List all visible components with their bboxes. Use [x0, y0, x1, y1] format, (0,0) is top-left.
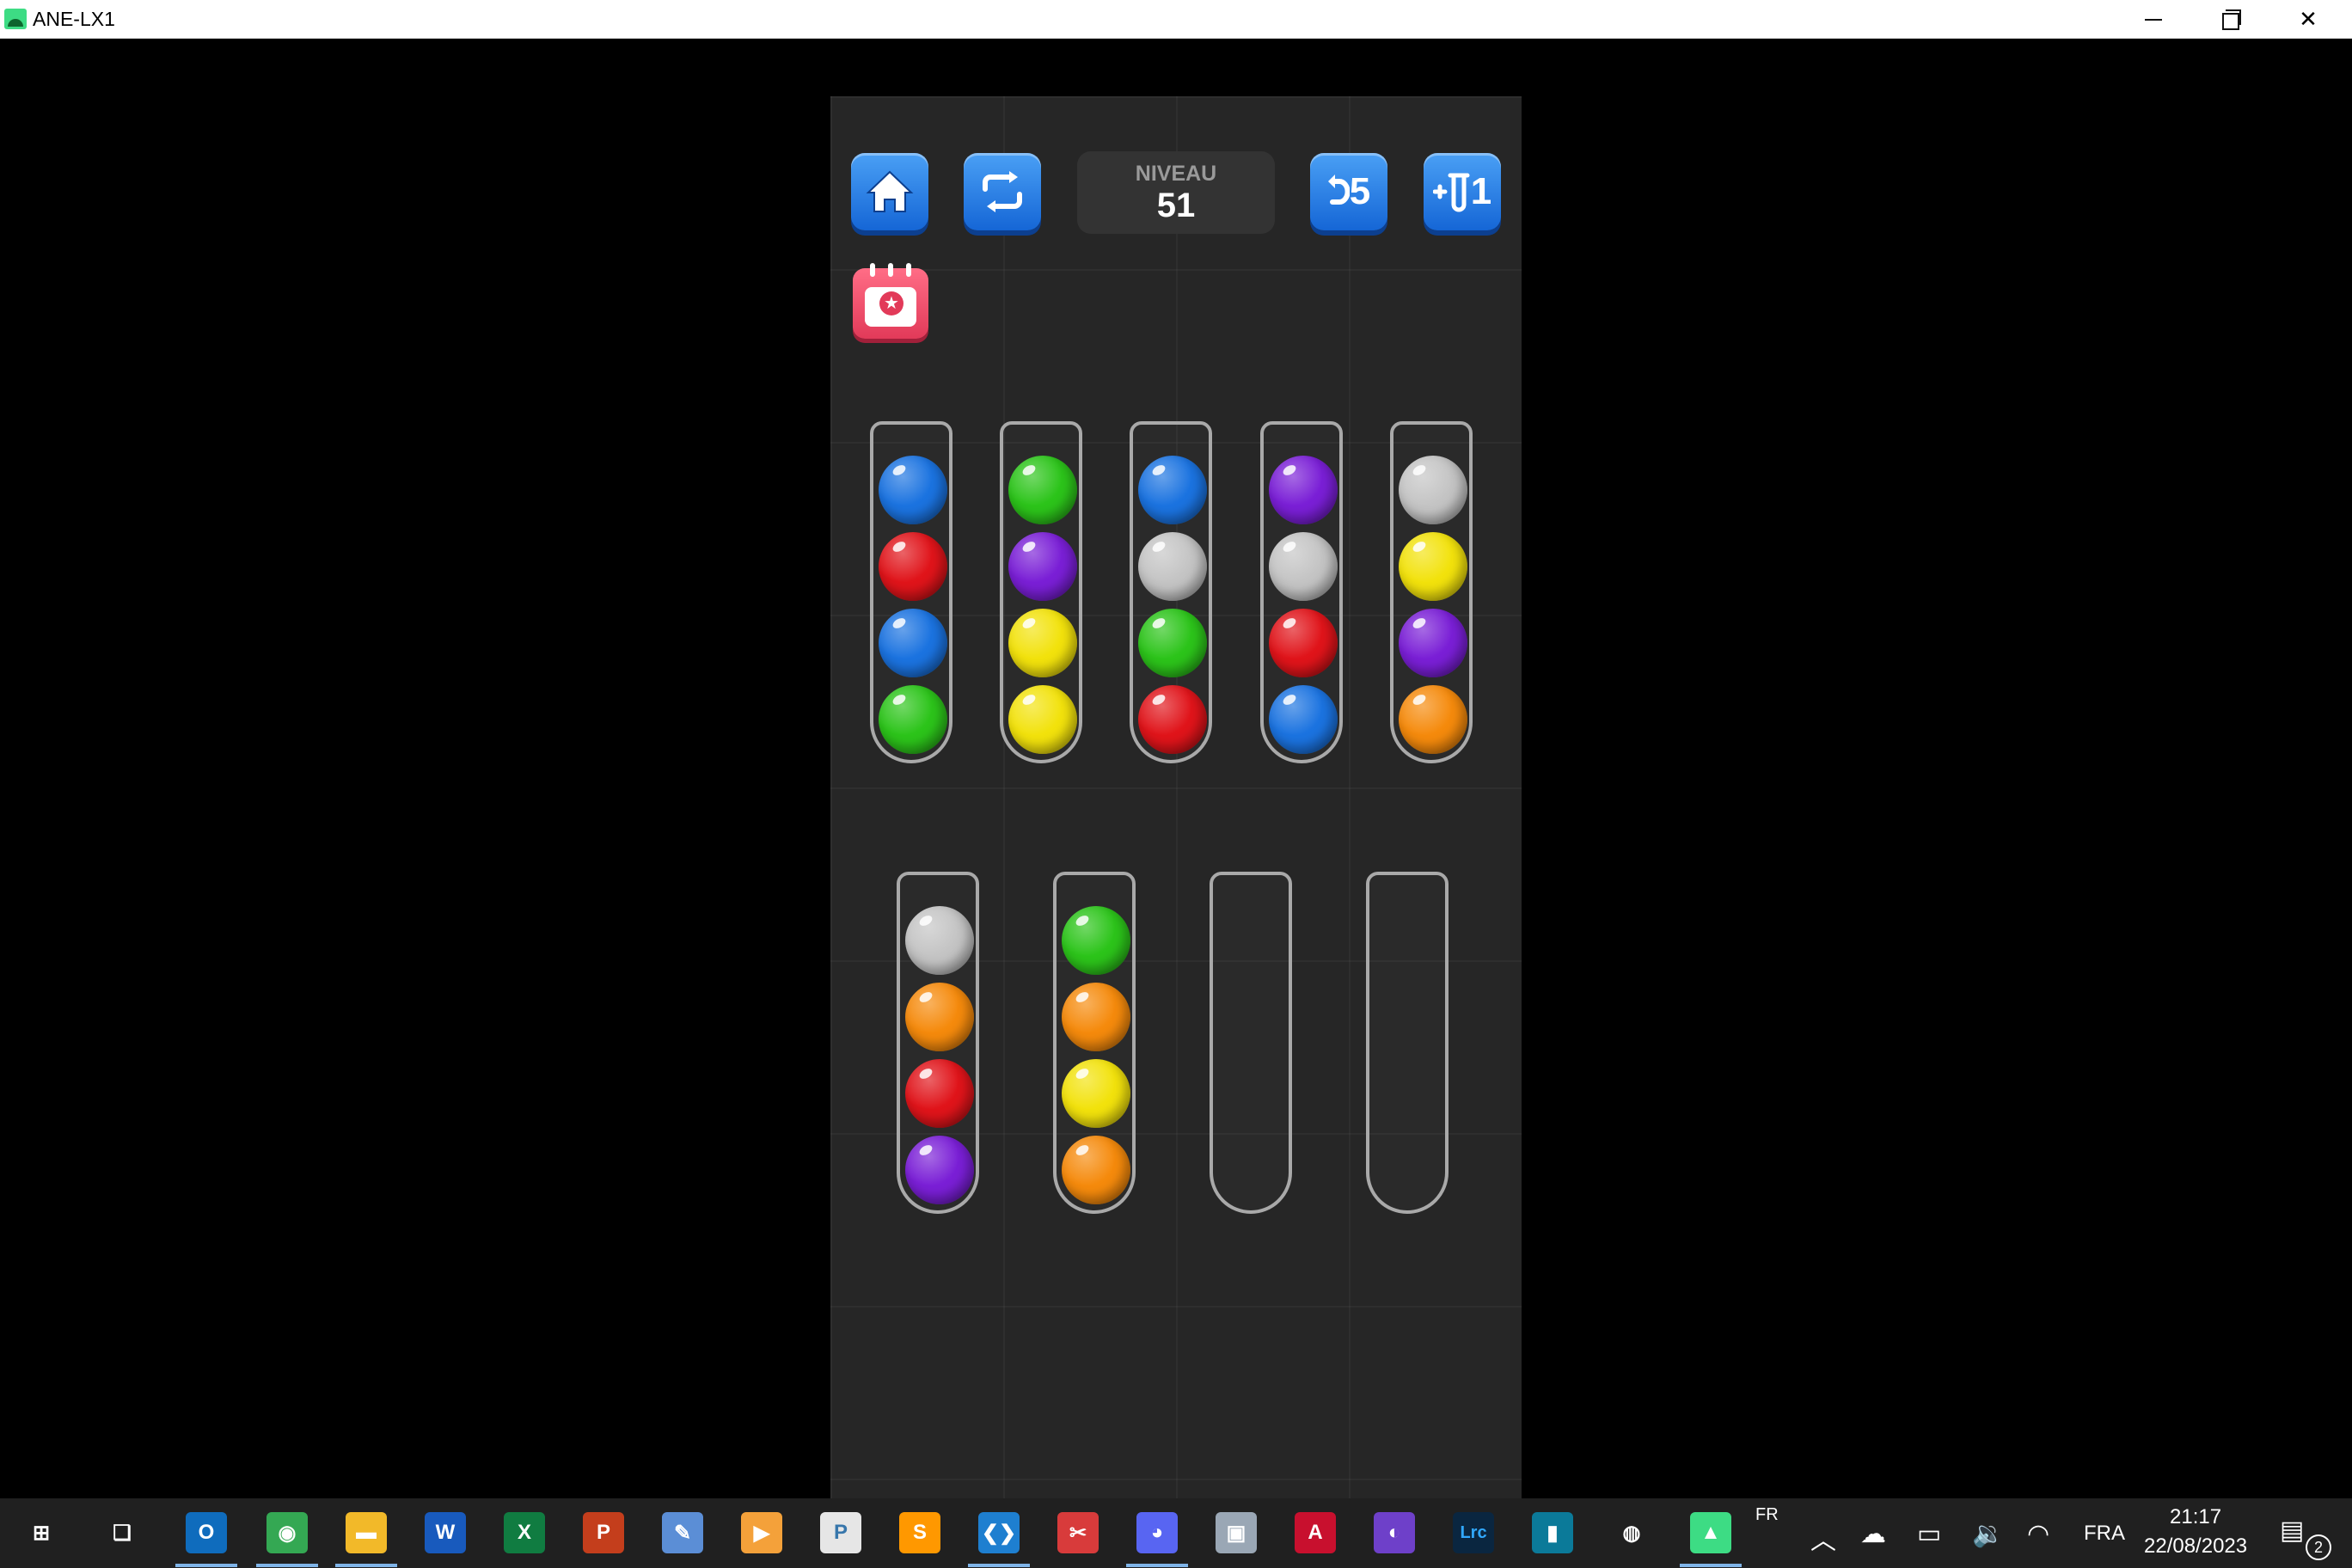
ball-red: [1269, 609, 1338, 677]
input-method-indicator[interactable]: FR: [1755, 1505, 1779, 1525]
add-tube-icon: [1432, 173, 1470, 212]
ball-blue: [1269, 685, 1338, 754]
ball-red: [879, 532, 947, 601]
close-button[interactable]: ✕: [2269, 0, 2347, 39]
sublime-text-icon[interactable]: S: [899, 1512, 940, 1553]
undo-icon: [1327, 175, 1350, 205]
daily-challenge-calendar-icon: [865, 287, 916, 327]
ball-green: [1062, 906, 1130, 975]
ball-yellow: [1062, 1059, 1130, 1128]
github-desktop-icon[interactable]: ◐: [1374, 1512, 1415, 1553]
volume-icon[interactable]: 🔉: [1972, 1519, 2004, 1549]
tube-3[interactable]: [1130, 421, 1212, 763]
python-file-icon[interactable]: P: [820, 1512, 861, 1553]
start-icon[interactable]: ⊞: [21, 1512, 62, 1553]
lightroom-classic-icon[interactable]: Lrc: [1453, 1512, 1494, 1553]
tube-2[interactable]: [1000, 421, 1082, 763]
restore-icon: [2222, 9, 2241, 30]
discord-icon[interactable]: ◕: [1126, 1512, 1188, 1567]
onedrive-cloud-icon[interactable]: ☁: [1860, 1519, 1886, 1549]
ball-yellow: [1399, 532, 1467, 601]
show-hidden-icons-chevron-icon[interactable]: ︿: [1810, 1519, 1836, 1557]
minimize-button[interactable]: [2115, 0, 2192, 39]
restart-button[interactable]: [964, 153, 1041, 230]
tube-4[interactable]: [1260, 421, 1343, 763]
ball-purple: [1269, 456, 1338, 524]
powerpoint-icon[interactable]: P: [583, 1512, 624, 1553]
android-icon: [4, 9, 27, 29]
window-title: ANE-LX1: [33, 8, 115, 30]
home-icon: [866, 170, 914, 212]
ball-purple: [1399, 609, 1467, 677]
calendar-ring: [870, 263, 875, 277]
tube-9[interactable]: [1366, 872, 1449, 1214]
language-indicator[interactable]: FRA: [2084, 1522, 2125, 1546]
ball-gray: [1269, 532, 1338, 601]
word-icon[interactable]: W: [425, 1512, 466, 1553]
window-title-bar: ANE-LX1 ✕: [0, 0, 2352, 39]
daily-challenge-button[interactable]: [853, 263, 928, 339]
image-editor-icon[interactable]: ✎: [662, 1512, 703, 1553]
calendar-ring: [906, 263, 911, 277]
tube-6[interactable]: [897, 872, 979, 1214]
android-app-icon[interactable]: ▲: [1680, 1512, 1742, 1567]
ball-purple: [905, 1136, 974, 1204]
ball-red: [1138, 685, 1207, 754]
obs-icon[interactable]: ◍: [1611, 1512, 1652, 1553]
clock-time[interactable]: 21:17: [2170, 1505, 2221, 1529]
teal-app-icon[interactable]: ▮: [1532, 1512, 1573, 1553]
clock-date[interactable]: 22/08/2023: [2144, 1534, 2247, 1559]
windows-taskbar: ⊞ ❏ O ◉ ▬ W X P ✎ ▶ P S ❮❯ ✂ ◕ ▣ A ◐ Lrc ▮ ◍ ▲ FR ︿ ☁ ▭ 🔉 ◠ F…: [0, 1498, 2352, 1568]
ball-orange: [1062, 1136, 1130, 1204]
tube-7[interactable]: [1053, 872, 1136, 1214]
ball-blue: [1138, 456, 1207, 524]
tube-5[interactable]: [1390, 421, 1473, 763]
battery-icon[interactable]: ▭: [1917, 1519, 1941, 1549]
vscode-icon[interactable]: ❮❯: [968, 1512, 1030, 1567]
ball-yellow: [1008, 609, 1077, 677]
outlook-icon[interactable]: O: [175, 1512, 237, 1567]
ball-blue: [879, 456, 947, 524]
excel-icon[interactable]: X: [504, 1512, 545, 1553]
ball-gray: [905, 906, 974, 975]
ball-green: [1008, 456, 1077, 524]
acrobat-icon[interactable]: A: [1295, 1512, 1336, 1553]
wifi-icon[interactable]: ◠: [2027, 1519, 2049, 1549]
ball-purple: [1008, 532, 1077, 601]
undo-button[interactable]: 5: [1310, 153, 1387, 230]
ball-green: [879, 685, 947, 754]
restart-icon: [983, 171, 1022, 212]
ball-orange: [1062, 983, 1130, 1051]
home-button[interactable]: [851, 153, 928, 230]
ball-orange: [1399, 685, 1467, 754]
tube-1[interactable]: [870, 421, 952, 763]
snipping-tool-icon[interactable]: ✂: [1057, 1512, 1099, 1553]
notification-count-badge: 2: [2306, 1534, 2331, 1560]
ball-gray: [1138, 532, 1207, 601]
media-player-icon[interactable]: ▶: [741, 1512, 782, 1553]
undo-count: 5: [1349, 170, 1371, 212]
tube-8[interactable]: [1210, 872, 1292, 1214]
chrome-icon[interactable]: ◉: [256, 1512, 318, 1567]
ball-red: [905, 1059, 974, 1128]
minimize-icon: [2145, 18, 2162, 21]
calendar-ring: [888, 263, 893, 277]
ball-orange: [905, 983, 974, 1051]
level-number: 51: [1156, 187, 1196, 224]
file-explorer-icon[interactable]: ▬: [335, 1512, 397, 1567]
ball-blue: [879, 609, 947, 677]
ball-gray: [1399, 456, 1467, 524]
ball-green: [1138, 609, 1207, 677]
game-screen: NIVEAU 51 5 1: [830, 96, 1522, 1499]
level-indicator: NIVEAU 51: [1077, 151, 1275, 234]
close-icon: ✕: [2299, 6, 2318, 32]
add-tube-button[interactable]: 1: [1424, 153, 1501, 230]
scanner-icon[interactable]: ▣: [1216, 1512, 1257, 1553]
level-label: NIVEAU: [1135, 162, 1217, 186]
ball-yellow: [1008, 685, 1077, 754]
add-tube-count: 1: [1470, 170, 1492, 212]
restore-button[interactable]: [2192, 0, 2269, 39]
task-view-icon[interactable]: ❏: [101, 1512, 143, 1553]
